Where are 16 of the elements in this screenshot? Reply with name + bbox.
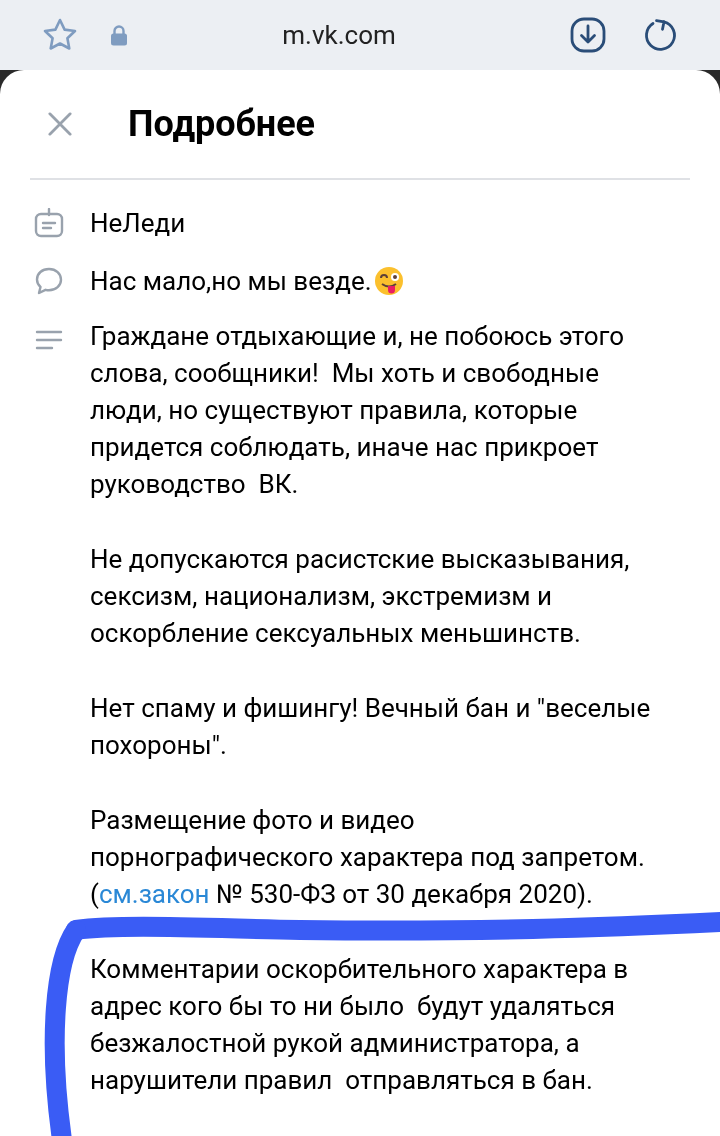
download-icon[interactable] — [570, 17, 606, 53]
info-text: Нас мало,но мы везде. — [90, 266, 372, 296]
description-paragraph: Не допускаются расистские высказывания, сексизм, национализм, экстремизм и оскорбление сексуальных меньшинств. — [90, 543, 631, 650]
sheet-title: Подробнее — [128, 103, 316, 145]
lock-icon — [110, 24, 128, 46]
description-paragraph: Комментарии оскорбительного характера в адрес кого бы то ни было будут удаляться безжалостной рукой администратора, а нарушители правил отправляться в бан. — [90, 953, 630, 1097]
close-icon[interactable] — [48, 112, 72, 136]
info-text: НеЛеди — [90, 208, 186, 238]
star-icon[interactable] — [42, 17, 78, 53]
description-paragraph: Нет спаму и фишингу! Вечный бан и "веселые похороны". — [90, 692, 652, 762]
reload-icon[interactable] — [642, 17, 678, 53]
badge-icon — [34, 208, 64, 238]
law-link[interactable]: см.закон — [98, 879, 210, 909]
description-paragraph: Размещение фото и видео порнографического характера под запретом. (см.закон № 530-ФЗ от 30 декабря 2020). — [90, 804, 646, 911]
speech-bubble-icon — [34, 266, 64, 296]
description-paragraph: Граждане отдыхающие и, не побоюсь этого слова, сообщники! Мы хоть и свободные люди, но существуют правила, которые придется соблюдать, иначе нас прикроет руководство ВК. — [90, 320, 625, 501]
